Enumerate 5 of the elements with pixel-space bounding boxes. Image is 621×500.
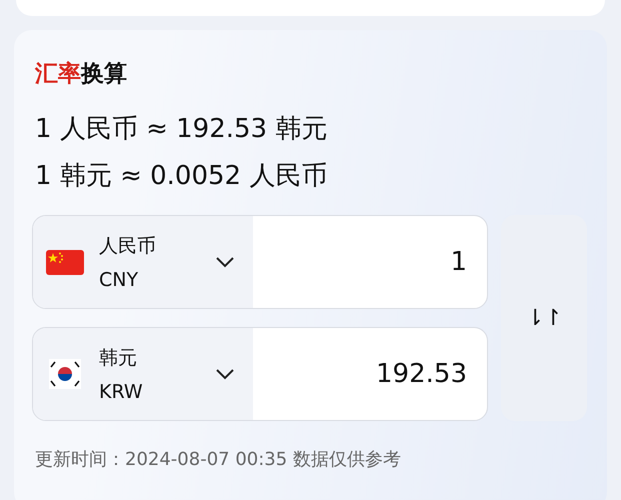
rate-text: 1 人民币 ≈ 192.53 韩元: [35, 113, 328, 146]
swap-button[interactable]: ⇂↾: [501, 215, 587, 421]
card-title: 汇率换算: [35, 60, 127, 89]
rate-text: 1 韩元 ≈ 0.0052 人民币: [35, 160, 328, 193]
update-note: 更新时间：2024-08-07 00:35 数据仅供参考: [35, 448, 401, 471]
